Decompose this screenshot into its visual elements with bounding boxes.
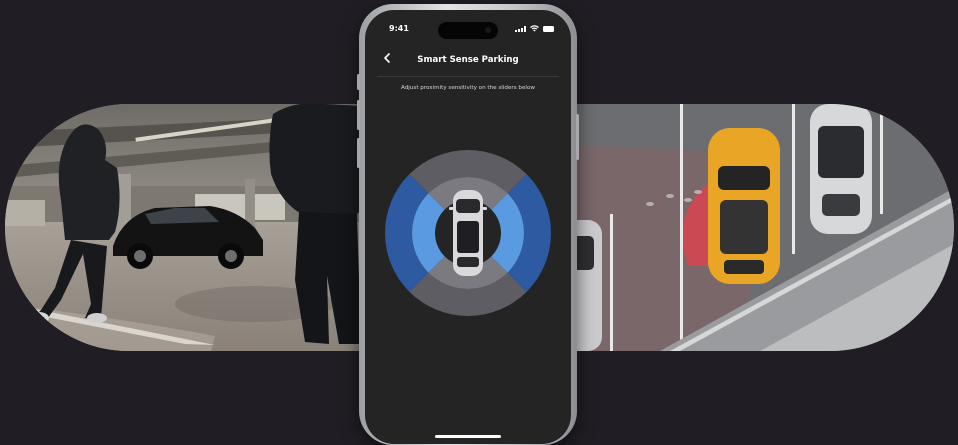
white-suv — [810, 104, 872, 234]
header-divider — [377, 76, 559, 77]
page-title: Smart Sense Parking — [417, 55, 519, 65]
camera-dot — [485, 27, 491, 33]
aerial-parking-illustration — [560, 104, 954, 351]
volume-down-button — [357, 138, 360, 168]
app-header: Smart Sense Parking — [365, 46, 571, 76]
instructions-text: Adjust proximity sensitivity on the slid… — [401, 85, 535, 91]
cellular-signal-icon — [515, 26, 526, 32]
power-button — [576, 114, 579, 160]
parking-garage-photo — [5, 104, 375, 351]
top-down-parking-photo — [560, 104, 954, 351]
volume-up-button — [357, 100, 360, 130]
app-screen: 9:41 Smart Sense Parking Adjust proximit… — [365, 10, 571, 444]
status-icons — [515, 25, 554, 32]
battery-icon — [543, 26, 554, 32]
phone-mockup: 9:41 Smart Sense Parking Adjust proximit… — [357, 4, 579, 445]
mute-switch — [357, 74, 360, 90]
wifi-icon — [530, 25, 539, 32]
car-top-view-icon — [449, 190, 487, 276]
yellow-suv — [708, 128, 780, 284]
dynamic-island — [438, 22, 498, 39]
status-time: 9:41 — [389, 24, 409, 33]
proximity-sensitivity-control[interactable] — [381, 150, 555, 316]
home-indicator — [435, 435, 501, 438]
parking-garage-illustration — [5, 104, 375, 351]
